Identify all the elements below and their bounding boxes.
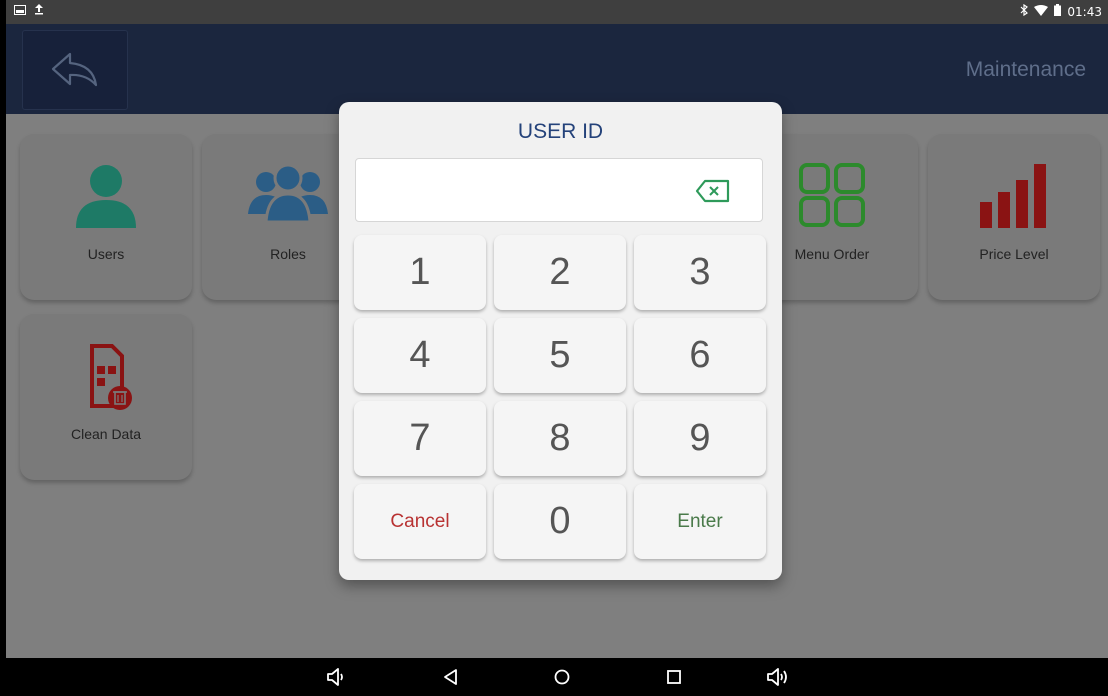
key-0[interactable]: 0 xyxy=(494,484,626,559)
recents-icon xyxy=(667,670,681,684)
tile-users-label: Users xyxy=(87,246,125,262)
upload-icon xyxy=(34,3,44,18)
key-9[interactable]: 9 xyxy=(634,401,766,476)
back-arrow-icon xyxy=(51,52,98,87)
enter-button[interactable]: Enter xyxy=(634,484,766,559)
cancel-button[interactable]: Cancel xyxy=(354,484,486,559)
backspace-button[interactable] xyxy=(695,179,731,203)
bluetooth-icon xyxy=(1020,3,1029,19)
key-7[interactable]: 7 xyxy=(354,401,486,476)
key-2[interactable]: 2 xyxy=(494,235,626,310)
tile-clean-data[interactable]: Clean Data xyxy=(20,314,192,480)
app-bar: Maintenance xyxy=(6,24,1108,114)
nav-recents-button[interactable] xyxy=(664,667,684,692)
volume-down-button[interactable] xyxy=(326,667,348,692)
back-icon xyxy=(444,669,457,685)
tile-price-level[interactable]: Price Level xyxy=(928,134,1100,300)
volume-up-button[interactable] xyxy=(766,667,792,692)
wifi-icon xyxy=(1034,4,1049,19)
system-nav-bar xyxy=(6,658,1108,696)
user-id-dialog: USER ID 1 2 3 4 5 6 7 8 9 Cancel 0 Enter xyxy=(339,102,782,580)
dialog-title: USER ID xyxy=(517,120,604,143)
bar-chart-icon xyxy=(980,164,1046,228)
group-icon xyxy=(248,163,328,222)
user-id-field xyxy=(355,158,763,222)
page-title: Maintenance xyxy=(965,58,1086,81)
user-id-input[interactable] xyxy=(366,169,690,213)
key-4[interactable]: 4 xyxy=(354,318,486,393)
nav-home-button[interactable] xyxy=(552,667,572,692)
grid-icon xyxy=(799,163,865,227)
status-right: 01:43 xyxy=(1020,3,1102,19)
tile-price-level-label: Price Level xyxy=(979,246,1049,262)
screenshot-icon xyxy=(14,4,26,18)
clock: 01:43 xyxy=(1067,4,1102,19)
backspace-icon xyxy=(695,179,730,203)
key-5[interactable]: 5 xyxy=(494,318,626,393)
key-8[interactable]: 8 xyxy=(494,401,626,476)
home-icon xyxy=(554,669,570,685)
key-3[interactable]: 3 xyxy=(634,235,766,310)
status-left xyxy=(14,3,44,18)
tile-clean-data-label: Clean Data xyxy=(70,426,142,442)
volume-up-icon xyxy=(767,668,787,686)
status-bar: 01:43 xyxy=(6,0,1108,24)
tile-users[interactable]: Users xyxy=(20,134,192,300)
battery-icon xyxy=(1054,4,1062,19)
key-1[interactable]: 1 xyxy=(354,235,486,310)
screen: 01:43 Maintenance Users Roles Menu Order… xyxy=(6,0,1108,696)
nav-back-button[interactable] xyxy=(441,667,461,692)
key-6[interactable]: 6 xyxy=(634,318,766,393)
clean-data-icon xyxy=(90,344,132,410)
user-icon xyxy=(76,165,136,228)
back-button[interactable] xyxy=(22,30,128,110)
volume-down-icon xyxy=(327,668,343,686)
